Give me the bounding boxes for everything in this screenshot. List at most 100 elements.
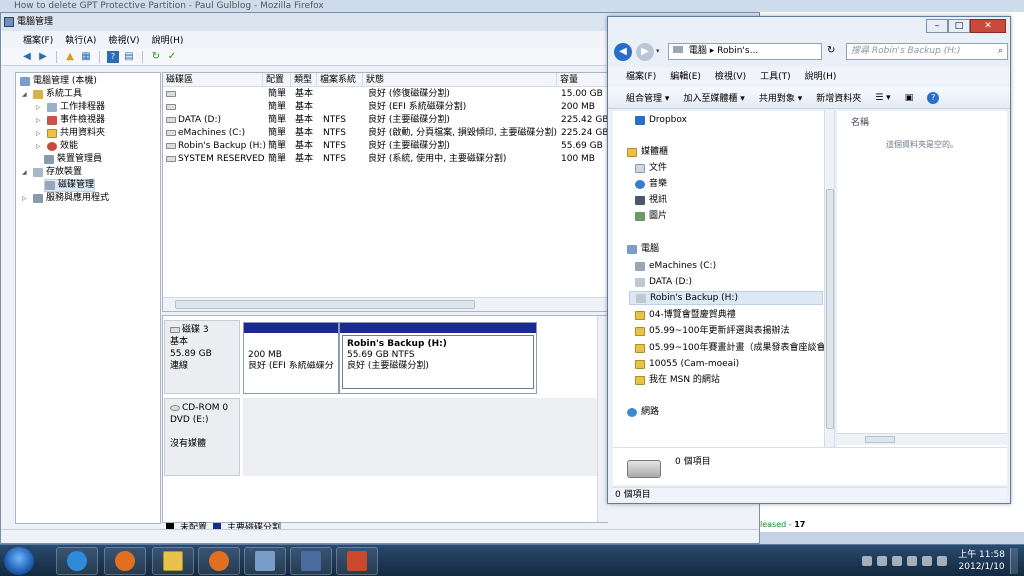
organize-button[interactable]: 組合管理 ▾ — [626, 91, 669, 104]
col-layout[interactable]: 配置 — [263, 73, 291, 87]
tree-item-services-apps[interactable]: ▷ 服務與應用程式 — [22, 192, 109, 205]
taskbar-computer-management[interactable] — [244, 547, 286, 575]
menu-edit[interactable]: 編輯(E) — [670, 69, 701, 82]
nav-item-libraries[interactable]: 媒體櫃 — [627, 145, 668, 159]
taskbar-app[interactable] — [290, 547, 332, 575]
table-row[interactable]: Robin's Backup (H:) 簡單 基本 NTFS 良好 (主要磁碟分… — [163, 140, 607, 153]
nav-item-folder[interactable]: 10055 (Cam-moeai) — [635, 357, 739, 371]
table-row[interactable]: DATA (D:) 簡單 基本 NTFS 良好 (主要磁碟分割) 225.42 … — [163, 114, 607, 127]
collapse-triangle-icon[interactable]: ▷ — [36, 101, 44, 114]
cm-menu-file[interactable]: 檔案(F) — [23, 33, 53, 46]
tree-item-system-tools[interactable]: ◢ 系統工具 — [22, 88, 82, 101]
nav-item-robins-backup[interactable]: Robin's Backup (H:) — [629, 291, 823, 305]
close-button[interactable]: ✕ — [970, 19, 1006, 33]
expand-triangle-icon[interactable]: ◢ — [22, 88, 30, 101]
cdrom-area[interactable] — [243, 398, 607, 476]
tree-item-task-scheduler[interactable]: ▷ 工作排程器 — [36, 101, 105, 114]
taskbar-ie[interactable] — [56, 547, 98, 575]
taskbar-powerpoint[interactable] — [336, 547, 378, 575]
search-icon[interactable]: ⌕ — [998, 44, 1003, 59]
nav-item-folder[interactable]: 05.99~100年更新評選與表揚辦法 — [635, 324, 790, 338]
nav-item-folder[interactable]: 04-博覽會暨慶賀典禮 — [635, 308, 736, 322]
collapse-triangle-icon[interactable]: ▷ — [36, 114, 44, 127]
col-filesystem[interactable]: 檔案系統 — [317, 73, 363, 87]
file-list-hscrollbar[interactable] — [837, 433, 1007, 445]
nav-item-folder[interactable]: 05.99~100年賽畫計畫（成果發表會座談會 — [635, 341, 826, 355]
cdrom-0-label[interactable]: CD-ROM 0 DVD (E:) 沒有媒體 — [164, 398, 240, 476]
search-input[interactable]: 搜尋 Robin's Backup (H:) ⌕ — [846, 43, 1008, 60]
scrollbar-thumb[interactable] — [826, 189, 834, 429]
collapse-triangle-icon[interactable]: ▷ — [22, 192, 30, 205]
maximize-button[interactable]: □ — [948, 19, 970, 33]
scrollbar-thumb[interactable] — [175, 300, 475, 309]
breadcrumb-computer[interactable]: 電腦 — [689, 46, 707, 56]
include-in-library-button[interactable]: 加入至媒體櫃 ▾ — [683, 91, 744, 104]
menu-tools[interactable]: 工具(T) — [760, 69, 791, 82]
forward-button[interactable]: ▶ — [636, 43, 654, 61]
partition-robins-backup[interactable]: Robin's Backup (H:) 55.69 GB NTFS 良好 (主要… — [339, 322, 537, 394]
partition-efi[interactable]: 200 MB 良好 (EFI 系統磁碟分 — [243, 322, 339, 394]
col-type[interactable]: 類型 — [291, 73, 317, 87]
help-icon[interactable]: ? — [927, 91, 940, 104]
table-row[interactable]: 簡單 基本 良好 (修復磁碟分割) 15.00 GB — [163, 88, 607, 101]
nav-item-videos[interactable]: 視訊 — [635, 193, 667, 207]
nav-item-folder[interactable]: 我在 MSN 的網站 — [635, 373, 720, 387]
collapse-triangle-icon[interactable]: ▷ — [36, 127, 44, 140]
show-hide-tree-icon[interactable]: ▦ — [80, 51, 92, 63]
col-capacity[interactable]: 容量 — [557, 73, 607, 87]
menu-view[interactable]: 檢視(V) — [715, 69, 746, 82]
col-volume[interactable]: 磁碟區 — [163, 73, 263, 87]
tray-icon[interactable] — [862, 556, 873, 566]
table-row[interactable]: eMachines (C:) 簡單 基本 NTFS 良好 (啟動, 分頁檔案, … — [163, 127, 607, 140]
tree-item-event-viewer[interactable]: ▷ 事件檢視器 — [36, 114, 105, 127]
nav-item-data-d[interactable]: DATA (D:) — [635, 275, 692, 289]
nav-item-network[interactable]: 網路 — [627, 405, 659, 419]
view-options-icon[interactable]: ☰ ▾ — [875, 93, 890, 103]
nav-item-documents[interactable]: 文件 — [635, 161, 667, 175]
tray-icon[interactable] — [892, 556, 903, 566]
new-folder-button[interactable]: 新增資料夾 — [816, 91, 861, 104]
nav-item-emachines-c[interactable]: eMachines (C:) — [635, 259, 716, 273]
nav-item-dropbox[interactable]: Dropbox — [635, 113, 687, 127]
nav-item-pictures[interactable]: 圖片 — [635, 209, 667, 223]
col-status[interactable]: 狀態 — [363, 73, 557, 87]
refresh-icon[interactable]: ↻ — [827, 45, 835, 56]
volume-icon[interactable] — [937, 556, 948, 566]
help-icon[interactable]: ? — [107, 50, 119, 63]
up-folder-icon[interactable]: ▲ — [64, 51, 76, 63]
tree-item-device-manager[interactable]: 裝置管理員 — [44, 153, 102, 166]
table-row[interactable]: 簡單 基本 良好 (EFI 系統磁碟分割) 200 MB — [163, 101, 607, 114]
properties-icon[interactable]: ▤ — [123, 51, 135, 63]
cm-menu-view[interactable]: 檢視(V) — [108, 33, 139, 46]
disk-3-label[interactable]: 磁碟 3 基本 55.89 GB 連線 — [164, 320, 240, 394]
nav-item-computer[interactable]: 電腦 — [627, 242, 659, 256]
history-dropdown-icon[interactable]: ▾ — [656, 47, 660, 55]
forward-arrow-icon[interactable]: ▶ — [37, 51, 49, 63]
taskbar-firefox[interactable] — [104, 547, 146, 575]
file-list[interactable]: 名稱 這個資料夾是空的。 — [837, 111, 1007, 447]
tree-item-storage[interactable]: ◢ 存放裝置 — [22, 166, 82, 179]
nav-vscrollbar[interactable] — [824, 111, 834, 447]
nav-item-music[interactable]: 音樂 — [635, 177, 667, 191]
firefox-title-bar[interactable]: How to delete GPT Protective Partition -… — [0, 0, 1024, 12]
show-desktop-button[interactable] — [1010, 548, 1018, 574]
tree-item-disk-management[interactable]: 磁碟管理 — [44, 179, 96, 192]
tray-icon[interactable] — [907, 556, 918, 566]
column-name-header[interactable]: 名稱 — [851, 115, 869, 128]
table-row[interactable]: SYSTEM RESERVED 簡單 基本 NTFS 良好 (系統, 使用中, … — [163, 153, 607, 166]
check-icon[interactable]: ✓ — [166, 51, 178, 63]
tree-item-performance[interactable]: ▷ 效能 — [36, 140, 78, 153]
network-icon[interactable] — [922, 556, 933, 566]
back-button[interactable]: ◀ — [614, 43, 632, 61]
clock[interactable]: 上午 11:58 2012/1/10 — [958, 549, 1005, 573]
taskbar-explorer[interactable] — [152, 547, 194, 575]
back-arrow-icon[interactable]: ◀ — [21, 51, 33, 63]
volume-list-hscrollbar[interactable] — [163, 297, 607, 311]
cm-menu-action[interactable]: 執行(A) — [65, 33, 96, 46]
refresh-icon[interactable]: ↻ — [150, 51, 162, 63]
menu-file[interactable]: 檔案(F) — [626, 69, 656, 82]
scrollbar-thumb[interactable] — [865, 436, 895, 443]
taskbar-firefox-window[interactable] — [198, 547, 240, 575]
cm-menu-help[interactable]: 說明(H) — [152, 33, 184, 46]
collapse-triangle-icon[interactable]: ▷ — [36, 140, 44, 153]
